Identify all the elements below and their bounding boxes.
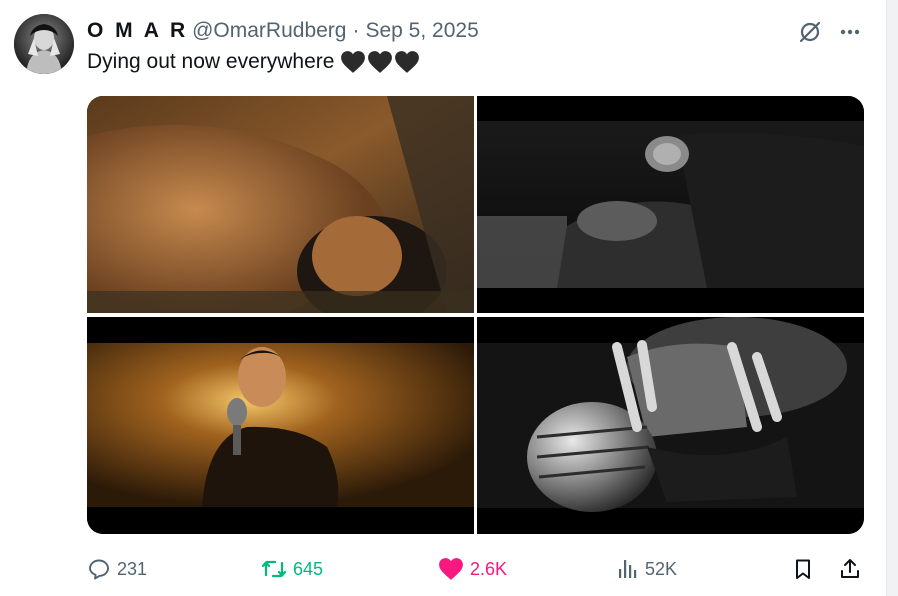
black-heart-icon bbox=[395, 51, 420, 73]
retweet-icon bbox=[261, 560, 287, 578]
display-name[interactable]: O M A R bbox=[87, 19, 188, 43]
views-count: 52K bbox=[645, 558, 678, 579]
reply-count: 231 bbox=[117, 558, 148, 579]
retweet-count: 645 bbox=[293, 558, 324, 579]
reply-icon bbox=[89, 559, 109, 580]
more-icon bbox=[840, 29, 860, 35]
media-photo-1[interactable] bbox=[87, 96, 474, 313]
grok-icon bbox=[799, 21, 821, 43]
black-heart-icon bbox=[341, 51, 366, 73]
media-grid bbox=[87, 96, 864, 534]
black-heart-icon bbox=[368, 51, 393, 73]
reply-button[interactable]: 231 bbox=[87, 553, 147, 585]
scrollbar-track[interactable] bbox=[886, 0, 898, 596]
avatar-image bbox=[14, 14, 74, 74]
separator-dot: · bbox=[352, 19, 360, 42]
tweet-text-content: Dying out now everywhere bbox=[87, 50, 335, 73]
emoji-group bbox=[340, 50, 420, 74]
grok-button[interactable] bbox=[794, 16, 826, 48]
media-photo-3[interactable] bbox=[87, 317, 474, 534]
tweet-header: O M A R @OmarRudberg · Sep 5, 2025 bbox=[87, 17, 479, 45]
views-icon bbox=[619, 560, 637, 578]
views-button[interactable]: 52K bbox=[617, 553, 677, 585]
tweet-date[interactable]: Sep 5, 2025 bbox=[365, 19, 478, 43]
photo-4-image bbox=[477, 317, 864, 534]
tweet-actions: 231 645 2.6K 52K bbox=[87, 553, 864, 585]
media-photo-2[interactable] bbox=[477, 96, 864, 313]
tweet-text: Dying out now everywhere bbox=[87, 50, 420, 74]
photo-3-image bbox=[87, 317, 474, 534]
photo-2-image bbox=[477, 96, 864, 313]
user-handle[interactable]: @OmarRudberg bbox=[192, 19, 346, 43]
more-options-button[interactable] bbox=[834, 16, 866, 48]
share-button[interactable] bbox=[838, 553, 862, 585]
photo-1-image bbox=[87, 96, 474, 313]
media-photo-4[interactable] bbox=[477, 317, 864, 534]
bookmark-button[interactable] bbox=[791, 553, 815, 585]
avatar[interactable] bbox=[14, 14, 74, 74]
bookmark-icon bbox=[796, 559, 810, 579]
like-button[interactable]: 2.6K bbox=[438, 553, 507, 585]
heart-icon bbox=[439, 558, 463, 580]
share-icon bbox=[841, 559, 859, 578]
retweet-button[interactable]: 645 bbox=[261, 553, 323, 585]
like-count: 2.6K bbox=[470, 558, 508, 579]
